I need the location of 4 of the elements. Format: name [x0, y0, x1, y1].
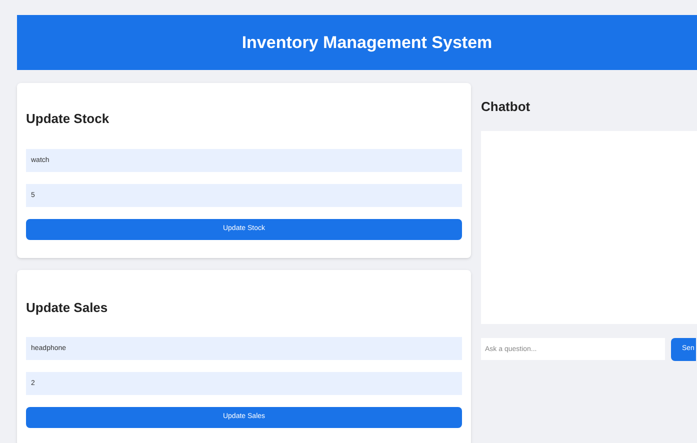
card-title: Update Stock [26, 110, 110, 128]
card-title: Update Sales [26, 298, 109, 317]
chatbot-title: Chatbot [481, 98, 532, 116]
app-title: Inventory Management System [242, 32, 492, 54]
